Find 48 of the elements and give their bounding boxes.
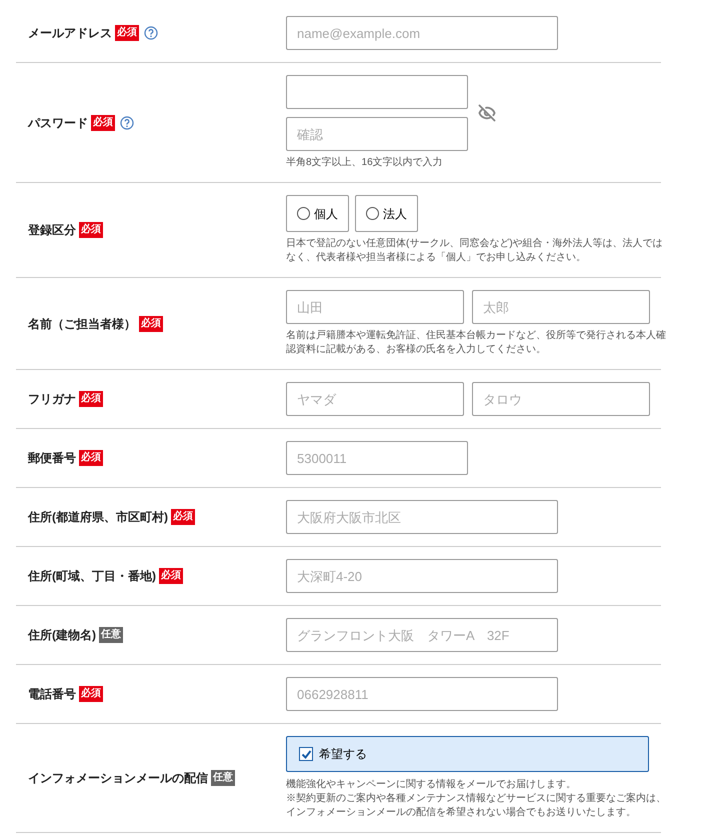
input-field[interactable]: グランフロント大阪 タワーA 32F (286, 618, 558, 652)
radio-option[interactable]: 個人 (286, 195, 349, 232)
field-label: 郵便番号 (28, 450, 76, 467)
input-field[interactable]: 山田 (286, 290, 464, 324)
badge: 必須 (115, 25, 139, 41)
checkbox-option[interactable]: 希望する (286, 736, 649, 772)
note-text: 機能強化やキャンペーンに関する情報をメールでお届けします。 (286, 778, 577, 792)
badge: 必須 (171, 509, 195, 525)
field-label: 名前（ご担当者様） (28, 316, 136, 332)
field-label: パスワード (28, 114, 88, 132)
note-text: 半角8文字以上、16文字以内で入力 (286, 156, 444, 170)
badge: 必須 (79, 222, 103, 238)
badge: 任意 (99, 627, 123, 643)
help-icon[interactable] (144, 26, 158, 40)
input-field[interactable]: name@example.com (286, 16, 558, 50)
field-label: 住所(建物名) (28, 627, 96, 644)
badge: 必須 (79, 391, 103, 407)
note-text: ※契約更新のご案内や各種メンテナンス情報などサービスに関する重要なご案内は、インフォメーションメールの配信を希望されない場合でもお送りいたします。 (286, 792, 667, 820)
field-label: 電話番号 (28, 686, 76, 703)
input-field[interactable]: 大深町4-20 (286, 559, 558, 593)
input-field[interactable]: 大阪府大阪市北区 (286, 500, 558, 534)
field-label: 住所(都道府県、市区町村) (28, 509, 168, 526)
note-text: 名前は戸籍謄本や運転免許証、住民基本台帳カードなど、役所等で発行される本人確認資料に記載がある、お客様の氏名を入力してください。 (286, 329, 667, 357)
input-field[interactable]: ヤマダ (286, 382, 464, 416)
input-field[interactable]: タロウ (472, 382, 650, 416)
badge: 必須 (139, 316, 163, 332)
badge: 任意 (211, 770, 235, 786)
field-label: 登録区分 (28, 222, 76, 239)
eye-off-icon[interactable] (478, 104, 496, 122)
help-icon[interactable] (120, 116, 134, 130)
badge: 必須 (159, 568, 183, 584)
input-field[interactable] (286, 75, 468, 109)
input-field[interactable]: 0662928811 (286, 677, 558, 711)
field-label: フリガナ (28, 391, 76, 408)
field-label: 住所(町域、丁目・番地) (28, 568, 156, 585)
field-label: メールアドレス (28, 25, 112, 42)
badge: 必須 (79, 450, 103, 466)
checkbox-icon (299, 747, 313, 761)
badge: 必須 (79, 686, 103, 702)
radio-icon (366, 207, 379, 220)
input-field[interactable]: 太郎 (472, 290, 650, 324)
field-label: インフォメーションメールの配信 (28, 770, 208, 787)
radio-icon (297, 207, 310, 220)
note-text: 日本で登記のない任意団体(サークル、同窓会など)や組合・海外法人等は、法人ではなく、代表者様や担当者様による「個人」でお申し込みください。 (286, 237, 664, 265)
input-field[interactable]: 確認 (286, 117, 468, 151)
input-field[interactable]: 5300011 (286, 441, 468, 475)
badge: 必須 (91, 114, 115, 130)
radio-option[interactable]: 法人 (355, 195, 418, 232)
